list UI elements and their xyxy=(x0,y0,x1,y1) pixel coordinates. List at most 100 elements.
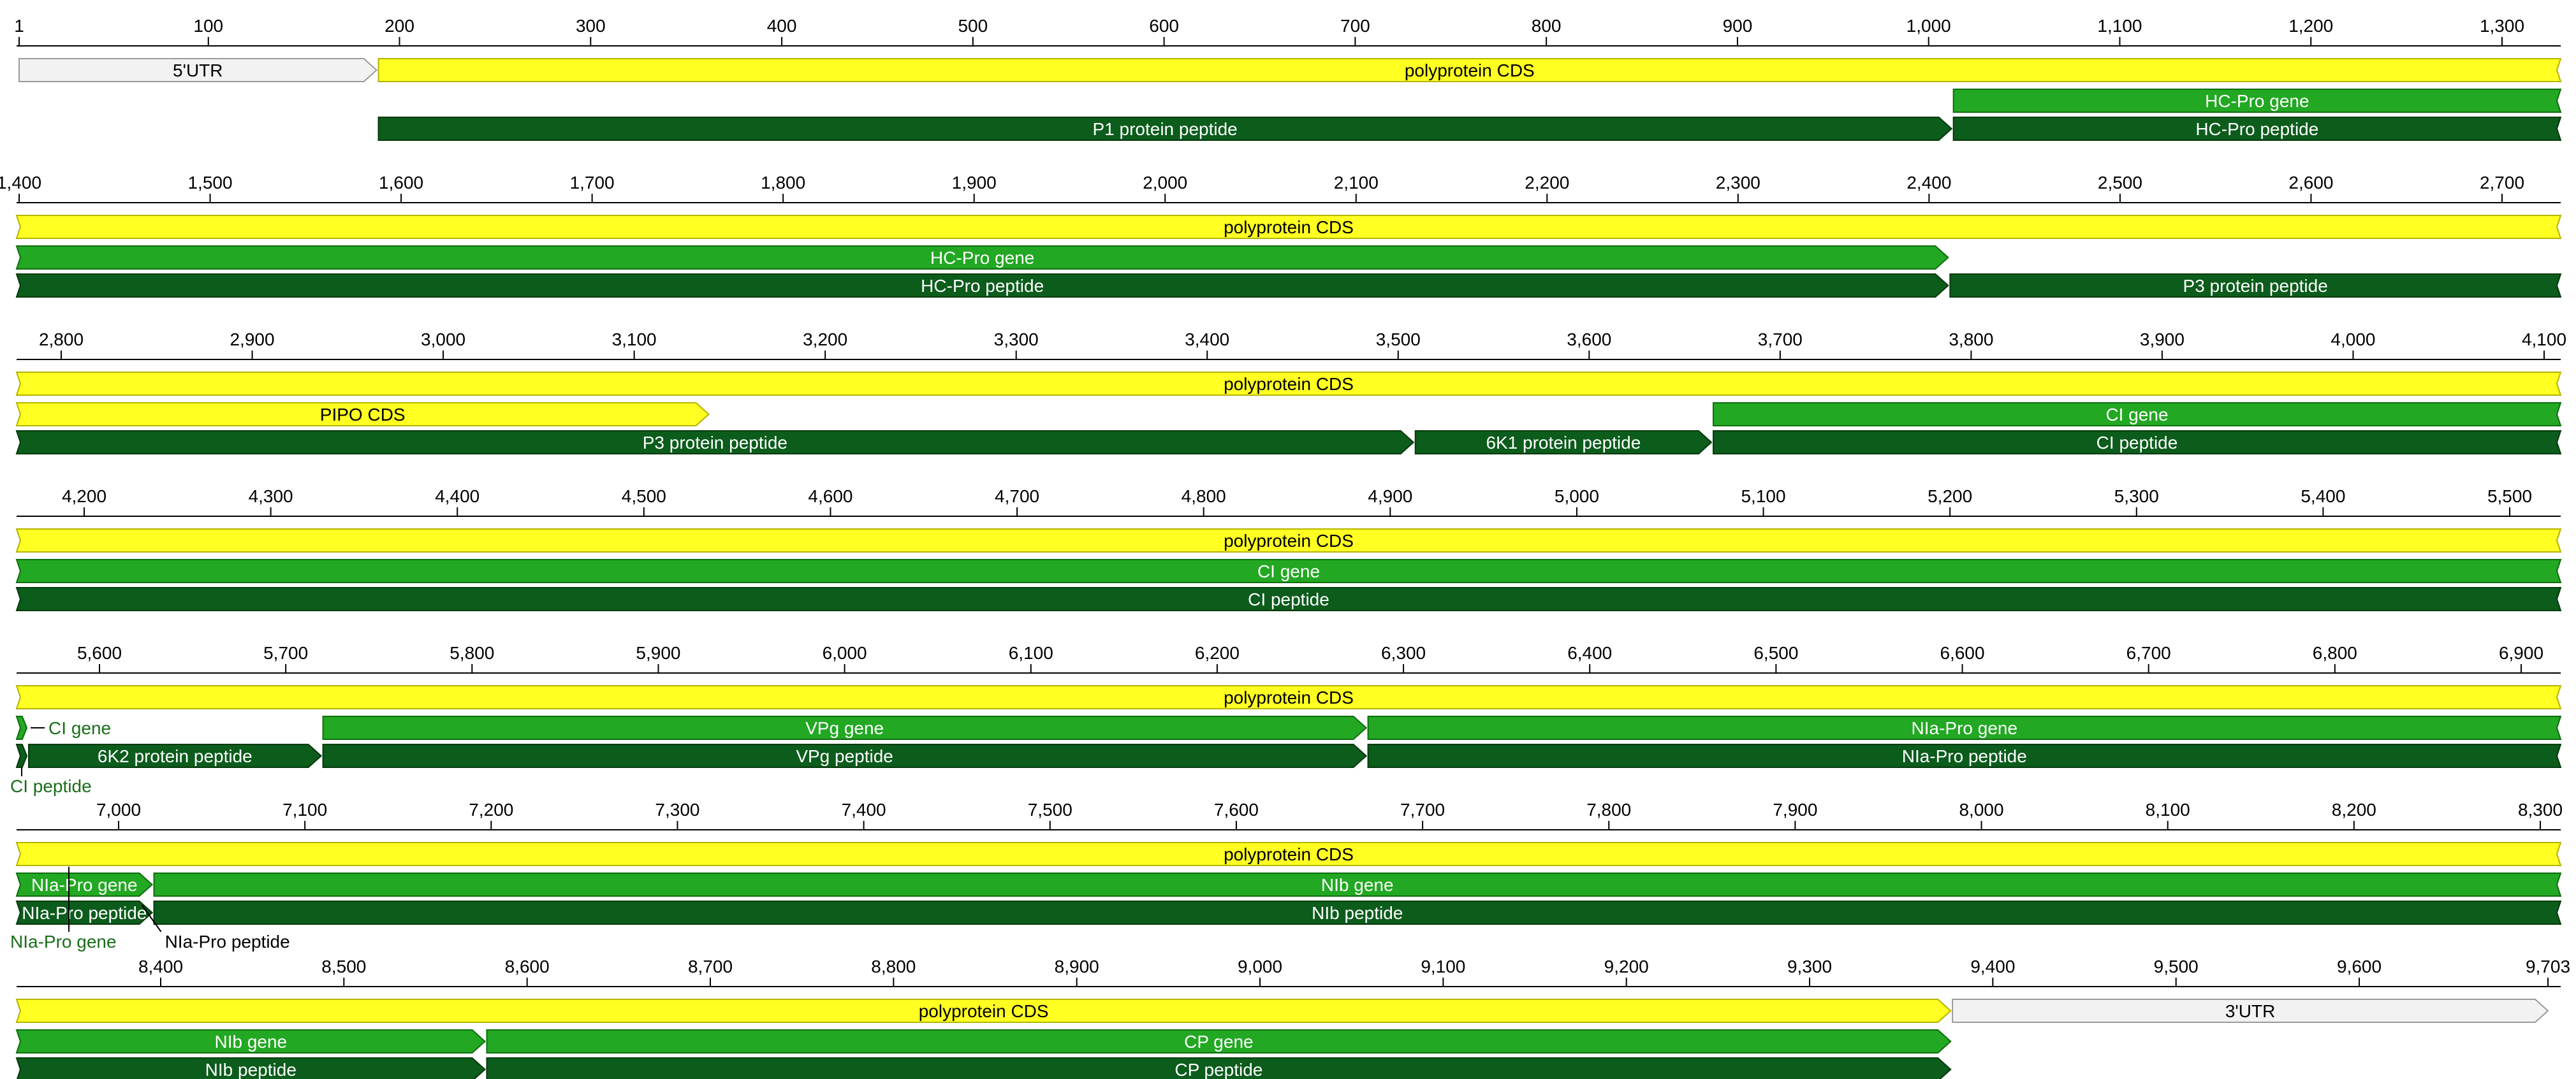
feature-nia-pro-gene-1[interactable]: NIa-Pro gene xyxy=(1367,716,2562,740)
peptide-bar[interactable] xyxy=(15,744,28,768)
ruler-tick-label: 5,900 xyxy=(636,643,680,663)
ruler-tick-label: 1,200 xyxy=(2288,16,2333,36)
feature-nib-peptide-2[interactable]: NIb peptide xyxy=(15,1057,487,1079)
ruler-tick-label: 4,900 xyxy=(1368,486,1412,506)
feature-polyprotein-cds-5[interactable]: polyprotein CDS xyxy=(15,685,2562,709)
ruler-tick-label: 6,700 xyxy=(2126,643,2171,663)
feature-nib-peptide-1[interactable]: NIb peptide xyxy=(153,901,2562,925)
ruler-tick-label: 6,500 xyxy=(1753,643,1798,663)
feature-polyprotein-cds-3[interactable]: polyprotein CDS xyxy=(15,372,2562,396)
ruler-tick-label: 1,700 xyxy=(570,173,615,192)
feature-vpg-peptide[interactable]: VPg peptide xyxy=(322,744,1368,768)
feature-ci-gene-1[interactable]: CI gene xyxy=(1713,402,2562,426)
ruler-tick-label: 1,400 xyxy=(0,173,41,192)
feature-ci-peptide-1[interactable]: CI peptide xyxy=(1713,430,2562,454)
ruler-tick-label: 4,300 xyxy=(249,486,293,506)
feature-nib-gene-1[interactable]: NIb gene xyxy=(153,873,2562,897)
feature-utr-3prime[interactable]: 3'UTR xyxy=(1952,999,2549,1023)
ruler-tick-label: 3,000 xyxy=(421,329,465,349)
ci-gene-callout[interactable]: CI gene xyxy=(48,718,111,738)
nia-pro-gene-callout[interactable]: NIa-Pro gene xyxy=(10,932,117,952)
feature-label: HC-Pro peptide xyxy=(921,276,1044,296)
feature-ci-gene-3[interactable] xyxy=(15,716,28,740)
ruler-tick-label: 9,200 xyxy=(1604,957,1649,976)
feature-label: polyprotein CDS xyxy=(919,1001,1049,1021)
ruler-tick-label: 3,900 xyxy=(2140,329,2184,349)
feature-nia-pro-gene-2[interactable]: NIa-Pro gene xyxy=(15,873,154,897)
ruler-tick-label: 3,800 xyxy=(1949,329,1993,349)
feature-label: HC-Pro peptide xyxy=(2195,119,2318,139)
ruler-tick-label: 7,200 xyxy=(469,800,513,820)
ruler-tick-label: 8,800 xyxy=(871,957,916,976)
ruler-tick-label: 200 xyxy=(384,16,414,36)
feature-nib-gene-2[interactable]: NIb gene xyxy=(15,1029,487,1054)
ruler-tick-label: 9,000 xyxy=(1238,957,1282,976)
feature-hc-pro-gene-2[interactable]: HC-Pro gene xyxy=(15,245,1949,270)
ruler-tick-label: 6,400 xyxy=(1567,643,1612,663)
ruler-tick-label: 4,100 xyxy=(2522,329,2566,349)
feature-ci-peptide-2[interactable]: CI peptide xyxy=(15,587,2562,611)
ci-peptide-callout[interactable]: CI peptide xyxy=(10,776,92,796)
feature-ci-peptide-3[interactable] xyxy=(15,744,28,768)
nia-pro-peptide-callout[interactable]: NIa-Pro peptide xyxy=(165,932,290,952)
ruler-tick-label: 1,300 xyxy=(2480,16,2524,36)
feature-label: polyprotein CDS xyxy=(1224,531,1354,551)
feature-hc-pro-gene-1[interactable]: HC-Pro gene xyxy=(1952,89,2562,113)
ruler-tick-label: 4,500 xyxy=(622,486,666,506)
ruler-tick-label: 2,900 xyxy=(230,329,274,349)
ruler-tick-label: 4,700 xyxy=(995,486,1039,506)
ruler-tick-label: 7,300 xyxy=(655,800,699,820)
ruler-tick-label: 500 xyxy=(958,16,988,36)
ruler-tick-label: 7,800 xyxy=(1586,800,1631,820)
feature-cp-peptide[interactable]: CP peptide xyxy=(486,1057,1952,1079)
ruler-tick-label: 700 xyxy=(1340,16,1370,36)
feature-vpg-gene[interactable]: VPg gene xyxy=(322,716,1368,740)
ruler-tick-label: 6,900 xyxy=(2499,643,2543,663)
feature-polyprotein-cds-1[interactable]: polyprotein CDS xyxy=(377,58,2562,82)
ruler-tick-label: 4,400 xyxy=(435,486,479,506)
ruler-tick-label: 600 xyxy=(1149,16,1179,36)
feature-nia-pro-peptide-2[interactable]: NIa-Pro peptide xyxy=(15,901,154,925)
map-row-7: 8,400 8,500 8,600 8,700 8,800 8,900 9,000 9,100… xyxy=(15,957,2570,1079)
feature-label: CI gene xyxy=(2105,405,2168,424)
ruler-tick-label: 5,300 xyxy=(2114,486,2159,506)
feature-polyprotein-cds-7[interactable]: polyprotein CDS xyxy=(15,999,1952,1023)
ruler-tick-label: 2,500 xyxy=(2098,173,2142,192)
feature-hc-pro-peptide-1[interactable]: HC-Pro peptide xyxy=(1952,117,2562,141)
ruler-tick-label: 1 xyxy=(14,16,24,36)
feature-p3-protein-peptide-2[interactable]: P3 protein peptide xyxy=(15,430,1415,454)
feature-p3-protein-peptide-1[interactable]: P3 protein peptide xyxy=(1949,273,2562,298)
ruler-tick-label: 3,200 xyxy=(803,329,847,349)
feature-label: polyprotein CDS xyxy=(1224,217,1354,237)
ruler-tick-label: 7,500 xyxy=(1028,800,1072,820)
map-row-6: 7,000 7,100 7,200 7,300 7,400 7,500 7,600 7,700… xyxy=(10,800,2563,952)
ruler-tick-label: 6,800 xyxy=(2313,643,2357,663)
feature-label: CI gene xyxy=(1257,561,1320,581)
ruler-tick-label: 9,703 xyxy=(2526,957,2570,976)
feature-polyprotein-cds-4[interactable]: polyprotein CDS xyxy=(15,528,2562,553)
feature-cp-gene[interactable]: CP gene xyxy=(486,1029,1952,1054)
feature-label: VPg peptide xyxy=(796,746,893,766)
feature-6k2-protein-peptide[interactable]: 6K2 protein peptide xyxy=(27,744,323,768)
feature-pipo-cds[interactable]: PIPO CDS xyxy=(15,402,710,426)
feature-ci-gene-2[interactable]: CI gene xyxy=(15,559,2562,583)
gene-bar[interactable] xyxy=(15,716,28,740)
ruler-tick-label: 8,400 xyxy=(138,957,183,976)
ruler-tick-label: 8,300 xyxy=(2518,800,2563,820)
feature-label: NIb gene xyxy=(214,1032,287,1052)
feature-6k1-protein-peptide[interactable]: 6K1 protein peptide xyxy=(1414,430,1713,454)
feature-label: NIa-Pro gene xyxy=(31,875,138,895)
ruler-tick-label: 8,600 xyxy=(505,957,550,976)
feature-label: P1 protein peptide xyxy=(1092,119,1237,139)
ruler-tick-label: 1,000 xyxy=(1906,16,1951,36)
feature-polyprotein-cds-2[interactable]: polyprotein CDS xyxy=(15,215,2562,239)
feature-label: 6K1 protein peptide xyxy=(1486,433,1641,453)
feature-nia-pro-peptide-1[interactable]: NIa-Pro peptide xyxy=(1367,744,2562,768)
feature-p1-protein-peptide[interactable]: P1 protein peptide xyxy=(377,117,1953,141)
ruler-tick-label: 800 xyxy=(1532,16,1562,36)
ruler-tick-label: 2,100 xyxy=(1334,173,1379,192)
feature-polyprotein-cds-6[interactable]: polyprotein CDS xyxy=(15,842,2562,866)
ruler-tick-label: 6,200 xyxy=(1195,643,1240,663)
feature-hc-pro-peptide-2[interactable]: HC-Pro peptide xyxy=(15,273,1949,298)
feature-utr-5prime[interactable]: 5'UTR xyxy=(18,58,378,82)
